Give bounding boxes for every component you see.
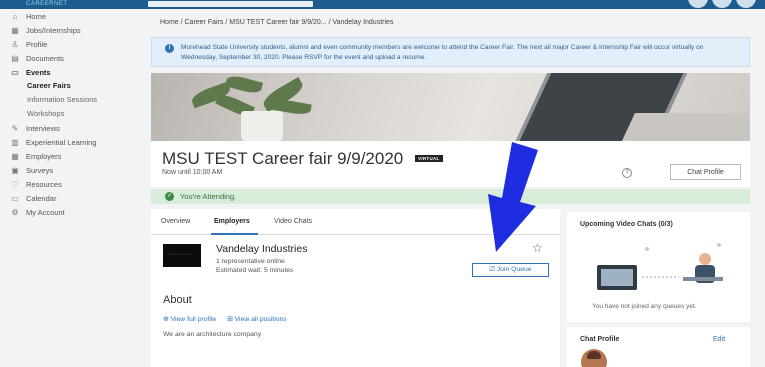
edit-chat-profile-link[interactable]: Edit [713,336,725,343]
sidebar-subitem-career-fairs[interactable]: Career Fairs [27,81,71,90]
notification-icon[interactable] [688,0,708,8]
sidebar-item-label: Profile [26,39,48,49]
employer-logo: VANDELAY INDUSTRIES [163,244,201,267]
attending-status: ✓ You're Attending. [151,189,750,204]
sidebar-item-surveys[interactable]: ▣ Surveys [10,163,53,177]
sidebar: ⌂ Home ▦ Jobs/Internships ♙ Profile ▤ Docume… [0,9,150,367]
upcoming-video-chats-card: Upcoming Video Chats (0/3) You have not … [567,212,750,322]
view-all-positions-link[interactable]: ⊞ View all positions [227,316,287,323]
calendar-icon: ▭ [11,67,19,77]
virtual-badge: VIRTUAL [415,155,443,162]
calendar-month-icon: ▭ [11,193,19,203]
sidebar-item-label: Jobs/Internships [26,25,81,35]
sidebar-item-events[interactable]: ▭ Events [10,65,51,79]
no-queues-text: You have not joined any queues yet. [592,303,697,310]
tab-overview[interactable]: Overview [161,218,190,225]
employer-name[interactable]: Vandelay Industries [216,243,307,255]
sidebar-item-label: Home [26,11,47,21]
tab-video-chats[interactable]: Video Chats [274,218,312,225]
about-description: We are an architecture company [163,331,262,338]
sidebar-item-resources[interactable]: ♡ Resources [10,177,62,191]
event-header-card: MSU TEST Career fair 9/9/2020 VIRTUAL No… [151,141,750,187]
active-tab-indicator [211,233,258,235]
event-time: Now until 10:00 AM [162,169,223,176]
sidebar-item-interviews[interactable]: ✎ Interviews [10,121,60,135]
resources-icon: ♡ [11,179,19,189]
document-icon: ▤ [11,53,19,63]
chat-profile-button[interactable]: Chat Profile [670,164,741,180]
survey-icon: ▣ [11,165,19,175]
join-queue-button[interactable]: ⎚ Join Queue [472,263,549,277]
employers-icon: ▦ [11,151,19,161]
avatar [581,349,607,367]
banner-plant-pot [241,111,283,141]
banner-leaf [224,73,264,96]
sidebar-item-label: Calendar [26,193,57,203]
sidebar-item-documents[interactable]: ▤ Documents [10,51,64,65]
breadcrumb[interactable]: Home / Career Fairs / MSU TEST Career fa… [160,19,393,26]
sidebar-item-label: Documents [26,53,64,63]
sidebar-item-my-account[interactable]: ⚙ My Account [10,205,65,219]
check-icon: ✓ [165,192,174,201]
sidebar-item-employers[interactable]: ▦ Employers [10,149,61,163]
building-icon: ▥ [11,137,19,147]
sidebar-item-label: Resources [26,179,62,189]
global-search-input[interactable] [148,1,313,7]
view-full-profile-link[interactable]: ⊕ View full profile [163,316,216,323]
chat-profile-card: Chat Profile Edit [567,327,750,367]
sidebar-subitem-workshops[interactable]: Workshops [27,109,64,118]
sidebar-item-calendar[interactable]: ▭ Calendar [10,191,56,205]
user-menu-icon[interactable] [736,0,756,8]
about-heading: About [163,294,192,306]
page-title: MSU TEST Career fair 9/9/2020 [162,149,404,168]
info-icon: i [165,44,174,53]
briefcase-icon: ▦ [11,25,19,35]
top-bar: CAREERNET [0,0,765,9]
sidebar-item-label: Experiential Learning [26,137,97,147]
gear-icon: ⚙ [11,207,19,217]
video-chat-illustration [597,243,723,290]
employer-reps-online: 1 representative online [216,258,285,265]
sidebar-item-home[interactable]: ⌂ Home [10,9,46,23]
upcoming-video-chats-title: Upcoming Video Chats (0/3) [580,221,673,228]
sidebar-item-experiential-learning[interactable]: ▥ Experiential Learning [10,135,96,149]
sidebar-item-label: Events [26,67,51,77]
chat-profile-title: Chat Profile [580,336,620,343]
tab-employers[interactable]: Employers [214,218,250,225]
sidebar-item-label: Interviews [26,123,60,133]
alert-text: Morehead State University students, alum… [181,44,704,61]
sidebar-subitem-information-sessions[interactable]: Information Sessions [27,95,97,104]
employer-logo-text: VANDELAY INDUSTRIES [167,254,193,256]
sidebar-item-label: Employers [26,151,62,161]
sidebar-item-label: Surveys [26,165,54,175]
help-icon[interactable]: ? [622,168,632,178]
sidebar-item-profile[interactable]: ♙ Profile [10,37,47,51]
attending-text: You're Attending. [180,192,237,201]
employer-wait-time: Estimated wait: 5 minutes [216,267,294,274]
user-icon: ♙ [11,39,19,49]
about-links: ⊕ View full profile ⊞ View all positions [163,315,296,323]
annotation-arrow-icon [488,142,538,252]
event-banner-image [151,73,750,141]
sidebar-item-jobs[interactable]: ▦ Jobs/Internships [10,23,81,37]
handshake-icon: ✎ [11,123,19,133]
messages-icon[interactable] [712,0,732,8]
sidebar-item-label: My Account [26,207,65,217]
home-icon: ⌂ [12,11,18,21]
brand-logo[interactable]: CAREERNET [26,1,68,7]
info-alert: i Morehead State University students, al… [151,37,750,67]
